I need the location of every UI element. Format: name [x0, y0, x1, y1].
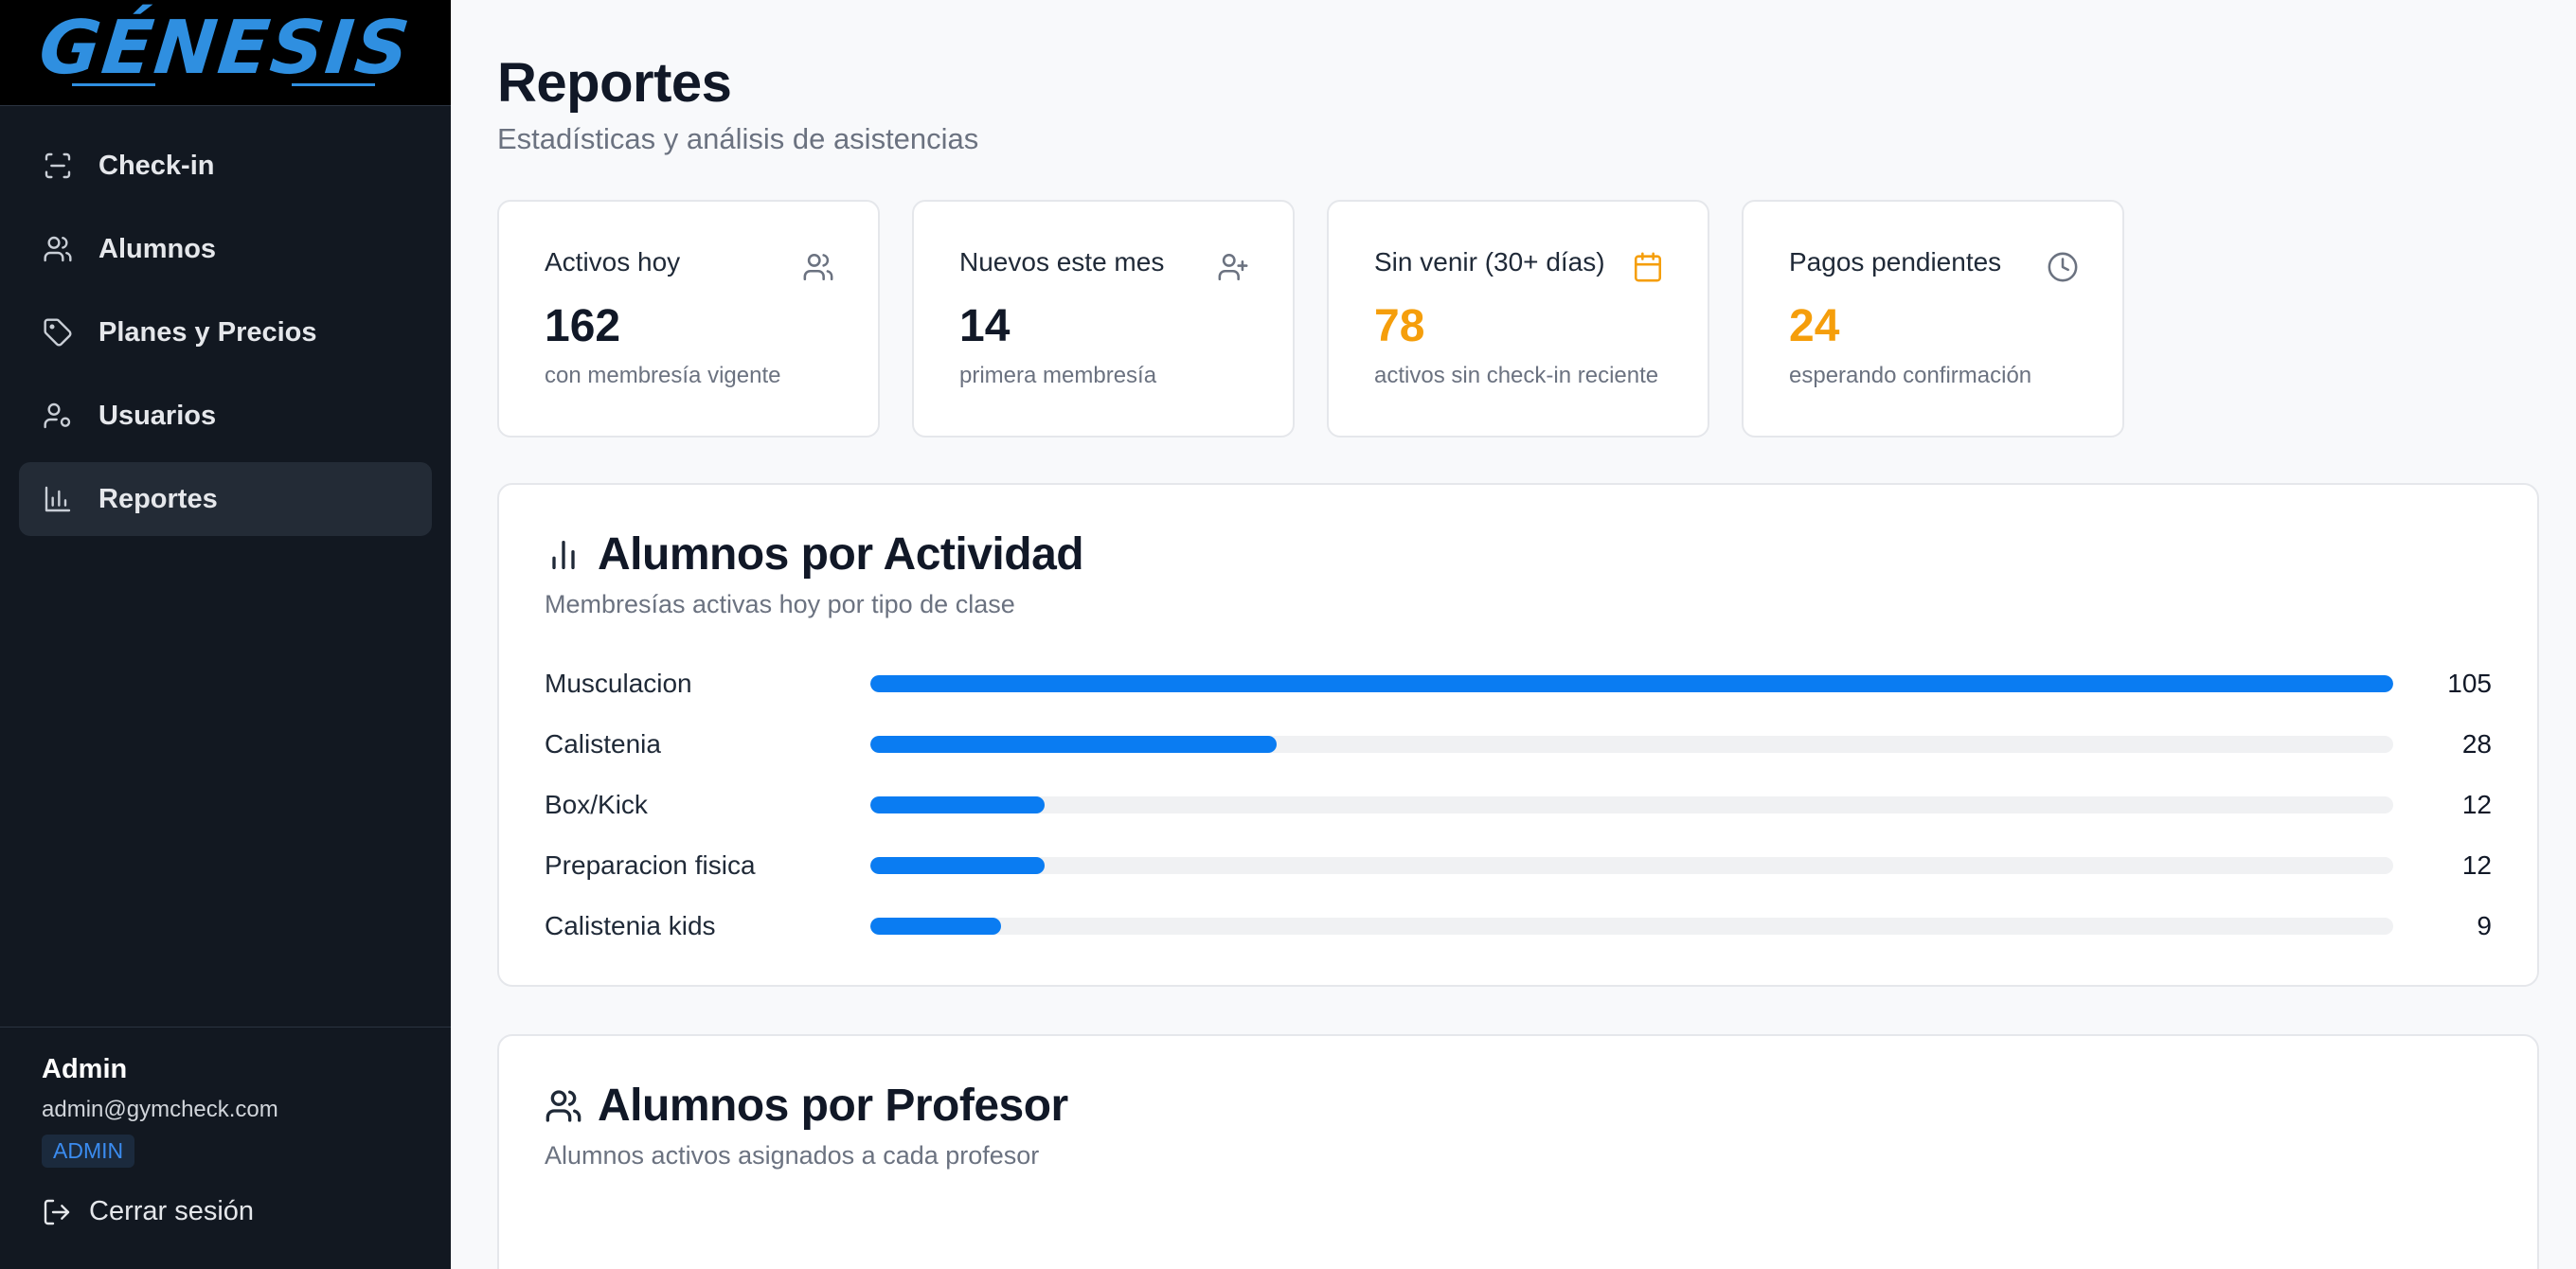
bar-fill [870, 675, 2393, 692]
users-icon [42, 233, 74, 265]
bar-chart-icon [42, 483, 74, 515]
stat-desc: primera membresía [959, 363, 1157, 388]
stat-card-activos: Activos hoy 162 con membresía vigente [497, 200, 880, 438]
stat-value: 162 [545, 301, 621, 351]
bar-value: 12 [2461, 850, 2492, 880]
panel-subtitle: Membresías activas hoy por tipo de clase [545, 590, 1015, 618]
sidebar-item-label: Alumnos [98, 233, 217, 264]
logout-icon [44, 1199, 70, 1224]
bar-track [870, 736, 2393, 753]
bar-row: Calistenia kids 9 [545, 896, 2492, 956]
panel-header: Alumnos por Actividad [545, 528, 2492, 581]
bar-label: Preparacion fisica [545, 850, 756, 880]
bar-fill [870, 736, 1277, 753]
sidebar-item-planes[interactable]: Planes y Precios [19, 295, 432, 369]
sidebar-item-label: Planes y Precios [98, 316, 317, 348]
stat-value: 24 [1789, 301, 1840, 351]
sidebar-item-alumnos[interactable]: Alumnos [19, 212, 432, 286]
bar-label: Calistenia kids [545, 911, 716, 940]
scan-icon [42, 150, 74, 182]
stat-value: 14 [959, 301, 1011, 351]
tag-icon [42, 316, 74, 349]
sidebar-item-label: Usuarios [98, 400, 217, 431]
stat-label: Pagos pendientes [1789, 247, 2002, 277]
user-name: Admin [42, 1054, 128, 1084]
bar-label: Box/Kick [545, 790, 648, 819]
bar-label: Musculacion [545, 669, 692, 698]
logo-underline [292, 83, 375, 86]
panel-title: Alumnos por Profesor [598, 1081, 1068, 1131]
bar-fill [870, 918, 1001, 935]
bar-row: Preparacion fisica 12 [545, 835, 2492, 896]
bar-row: Musculacion 105 [545, 653, 2492, 714]
calendar-icon [1632, 251, 1664, 283]
sidebar-item-label: Reportes [98, 483, 218, 514]
bar-value: 105 [2447, 669, 2492, 698]
stat-desc: esperando confirmación [1789, 363, 2032, 388]
bar-track [870, 675, 2393, 692]
users-icon [546, 1089, 581, 1122]
stat-label: Sin venir (30+ días) [1374, 247, 1605, 277]
bar-row: Calistenia 28 [545, 714, 2492, 775]
users-icon [802, 251, 834, 283]
sidebar-nav: Check-in Alumnos Planes y Precios Usuari… [0, 106, 451, 536]
panel-subtitle: Alumnos activos asignados a cada profeso… [545, 1141, 1040, 1170]
logout-button[interactable]: Cerrar sesión [42, 1196, 451, 1227]
bar-chart-icon [552, 540, 575, 569]
user-plus-icon [1217, 251, 1249, 283]
main-content: Reportes Estadísticas y análisis de asis… [451, 0, 2576, 1269]
sidebar-item-usuarios[interactable]: Usuarios [19, 379, 432, 453]
stats-row: Activos hoy 162 con membresía vigente Nu… [497, 200, 2576, 438]
user-panel: Admin admin@gymcheck.com ADMIN Cerrar se… [0, 1027, 451, 1269]
panel-header: Alumnos por Profesor [545, 1080, 2492, 1132]
sidebar-item-reportes[interactable]: Reportes [19, 462, 432, 536]
logo[interactable]: GÉNESIS [0, 0, 451, 106]
bar-label: Calistenia [545, 729, 661, 759]
logout-label: Cerrar sesión [89, 1196, 255, 1226]
stat-label: Activos hoy [545, 247, 681, 277]
stat-card-pagos: Pagos pendientes 24 esperando confirmaci… [1742, 200, 2124, 438]
stat-desc: con membresía vigente [545, 363, 781, 388]
teacher-panel: Alumnos por Profesor Alumnos activos asi… [497, 1034, 2539, 1269]
stat-label: Nuevos este mes [959, 247, 1165, 277]
bar-track [870, 796, 2393, 813]
clock-icon [2047, 251, 2079, 283]
panel-title: Alumnos por Actividad [598, 529, 1084, 580]
bar-track [870, 918, 2393, 935]
bar-row: Box/Kick 12 [545, 775, 2492, 835]
stat-card-nuevos: Nuevos este mes 14 primera membresía [912, 200, 1295, 438]
stat-desc: activos sin check-in reciente [1374, 363, 1659, 388]
page-title: Reportes [497, 52, 732, 114]
bar-value: 28 [2461, 729, 2492, 759]
activity-panel: Alumnos por Actividad Membresías activas… [497, 483, 2539, 987]
sidebar: GÉNESIS Check-in Alumnos Planes y Precio… [0, 0, 451, 1269]
bar-fill [870, 857, 1045, 874]
activity-bars: Musculacion 105 Calistenia 28 Box/Kick 1… [545, 653, 2492, 985]
bar-fill [870, 796, 1045, 813]
stat-card-sin-venir: Sin venir (30+ días) 78 activos sin chec… [1327, 200, 1709, 438]
user-email: admin@gymcheck.com [42, 1097, 278, 1122]
sidebar-item-check-in[interactable]: Check-in [19, 129, 432, 203]
bar-track [870, 857, 2393, 874]
role-badge: ADMIN [42, 1135, 135, 1168]
stat-value: 78 [1374, 301, 1425, 351]
sidebar-item-label: Check-in [98, 150, 215, 181]
bar-value: 9 [2477, 911, 2492, 940]
user-cog-icon [42, 400, 74, 432]
bar-value: 12 [2461, 790, 2492, 819]
logo-underline [72, 83, 155, 86]
logo-text: GÉNESIS [35, 5, 416, 91]
page-subtitle: Estadísticas y análisis de asistencias [497, 122, 979, 155]
